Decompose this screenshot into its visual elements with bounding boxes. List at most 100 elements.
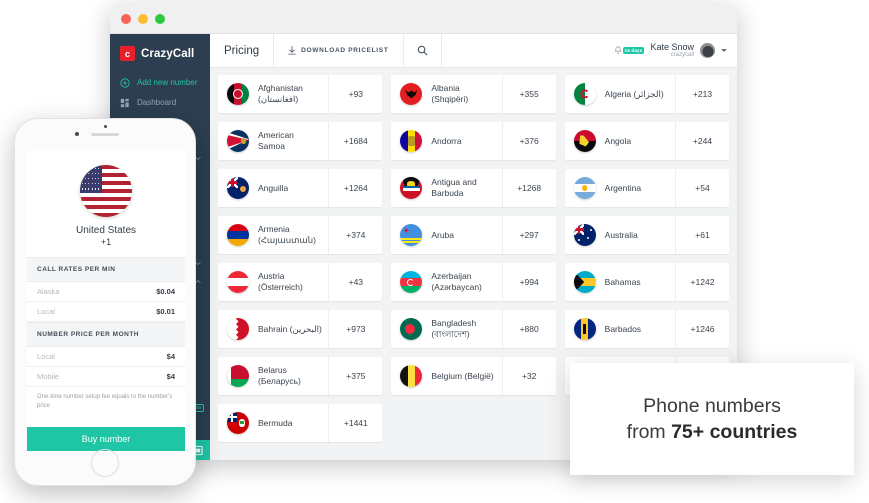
call-rates-header: CALL RATES PER MIN	[27, 257, 185, 282]
country-card[interactable]: Anguilla +1264	[218, 169, 383, 207]
phone-country-hero: United States +1	[27, 151, 185, 257]
country-card[interactable]: Antigua and Barbuda +1268	[391, 169, 556, 207]
country-card[interactable]: Belarus (Беларусь) +375	[218, 357, 383, 395]
sidebar-item-add-new-number[interactable]: Add new number	[110, 73, 210, 93]
country-dial-code: +1684	[328, 122, 382, 160]
search-button[interactable]	[404, 34, 442, 67]
country-name-native: (Беларусь)	[258, 376, 301, 386]
country-name-primary: Afghanistan	[258, 83, 303, 94]
country-name-primary: Australia	[604, 229, 638, 240]
callout-text: Phone numbers from 75+ countries	[627, 393, 798, 446]
user-account: crazycall	[670, 52, 694, 59]
bell-icon[interactable]	[614, 46, 622, 55]
country-flag-cell	[565, 310, 605, 348]
crazycall-logo-icon: c	[120, 46, 135, 61]
sidebar-item-dashboard[interactable]: Dashboard	[110, 93, 210, 113]
rate-price: $0.01	[156, 307, 175, 316]
buy-number-button[interactable]: Buy number	[27, 427, 185, 451]
country-dial-code: +61	[674, 216, 729, 254]
flag-af-icon	[227, 83, 249, 105]
country-name: Algeria (الجزائر)	[605, 75, 675, 113]
country-dial-code: +1246	[674, 310, 729, 348]
country-flag-cell	[218, 357, 258, 395]
tab-pricing[interactable]: Pricing	[210, 34, 275, 67]
callout-line2-bold: 75+ countries	[671, 421, 798, 443]
country-card[interactable]: Andorra +376	[391, 122, 556, 160]
country-card[interactable]: Bahamas +1242	[564, 263, 729, 301]
country-card[interactable]: Barbados +1246	[564, 310, 729, 348]
country-card[interactable]: Albania (Shqipëri) +355	[391, 75, 556, 113]
country-name: Barbados	[605, 310, 675, 348]
country-card[interactable]: American Samoa +1684	[218, 122, 383, 160]
country-card[interactable]: Argentina +54	[564, 169, 729, 207]
country-card[interactable]: Bangladesh (বাংলাদেশ) +880	[391, 310, 556, 348]
download-pricelist-button[interactable]: DOWNLOAD PRICELIST	[274, 34, 404, 67]
country-flag-cell	[565, 263, 605, 301]
flag-bs-icon	[573, 271, 596, 293]
notifications[interactable]: 16 days	[614, 46, 645, 55]
country-card[interactable]: Belgium (België) +32	[391, 357, 556, 395]
flag-ao-icon	[573, 130, 596, 152]
country-dial-code: +374	[328, 216, 382, 254]
rate-price: $0.04	[156, 287, 175, 296]
country-card[interactable]: Afghanistan (افغانستان) +93	[218, 75, 383, 113]
phone-home-button[interactable]	[91, 449, 119, 477]
flag-as-icon	[227, 130, 249, 152]
download-icon	[288, 46, 296, 55]
country-dial-code: +355	[501, 75, 556, 113]
avatar[interactable]	[700, 43, 715, 58]
country-dial-code: +244	[674, 122, 729, 160]
flag-az-icon	[400, 271, 423, 293]
screenshot-root: c CrazyCall Add new number Dashboard Con…	[0, 0, 869, 503]
country-flag-cell	[218, 216, 258, 254]
search-icon[interactable]	[417, 45, 428, 56]
setup-fee-note: One-time number setup fee equals to the …	[37, 394, 173, 409]
flag-by-icon	[227, 365, 249, 387]
country-name-primary: Algeria (الجزائر)	[604, 88, 664, 99]
country-name-native: (Azərbaycan)	[431, 282, 482, 292]
user-menu[interactable]: 16 days Kate Snow crazycall	[600, 34, 737, 67]
country-flag-cell	[218, 263, 258, 301]
country-card[interactable]: Armenia (Հայաստան) +374	[218, 216, 383, 254]
country-name: Azerbaijan (Azərbaycan)	[431, 263, 501, 301]
flag-us-icon	[80, 165, 132, 217]
country-flag-cell	[218, 404, 258, 442]
phone-camera-icon	[75, 132, 79, 136]
window-close-button[interactable]	[121, 13, 131, 24]
country-card[interactable]: Australia +61	[564, 216, 729, 254]
brand[interactable]: c CrazyCall	[110, 34, 210, 73]
country-dial-code: +994	[501, 263, 556, 301]
country-flag-cell	[391, 357, 431, 395]
rate-label: Local	[37, 307, 55, 316]
country-card[interactable]: Algeria (الجزائر) +213	[564, 75, 729, 113]
country-card[interactable]: Aruba +297	[391, 216, 556, 254]
country-name-primary: Antigua and	[431, 177, 477, 188]
flag-al-icon	[400, 83, 423, 105]
country-name: Belarus (Беларусь)	[258, 357, 328, 395]
country-name-primary: Barbados	[604, 323, 642, 334]
country-name: Anguilla	[258, 169, 328, 207]
country-dial-code: +43	[328, 263, 382, 301]
number-price-header: NUMBER PRICE PER MONTH	[27, 322, 185, 347]
country-name-primary: Anguilla	[258, 182, 289, 193]
sidebar-label: Add new number	[137, 77, 198, 87]
phone-speaker-icon	[91, 133, 119, 136]
country-flag-cell	[565, 122, 605, 160]
country-name: Bahamas	[605, 263, 675, 301]
country-card[interactable]: Austria (Österreich) +43	[218, 263, 383, 301]
chevron-down-icon[interactable]	[721, 49, 727, 52]
country-name: Aruba	[431, 216, 501, 254]
country-name-primary: Bahrain (البحرين)	[258, 323, 322, 334]
country-card[interactable]: Angola +244	[564, 122, 729, 160]
country-card[interactable]: Bermuda +1441	[218, 404, 383, 442]
flag-ad-icon	[400, 130, 423, 152]
flag-dz-icon	[573, 83, 596, 105]
country-card[interactable]: Bahrain (البحرين) +973	[218, 310, 383, 348]
user-identity: Kate Snow crazycall	[650, 42, 694, 59]
window-minimize-button[interactable]	[138, 13, 148, 24]
top-toolbar: Pricing DOWNLOAD PRICELIST 16 days Kate …	[210, 34, 737, 68]
window-titlebar	[110, 4, 737, 34]
window-maximize-button[interactable]	[155, 13, 165, 24]
country-card[interactable]: Azerbaijan (Azərbaycan) +994	[391, 263, 556, 301]
